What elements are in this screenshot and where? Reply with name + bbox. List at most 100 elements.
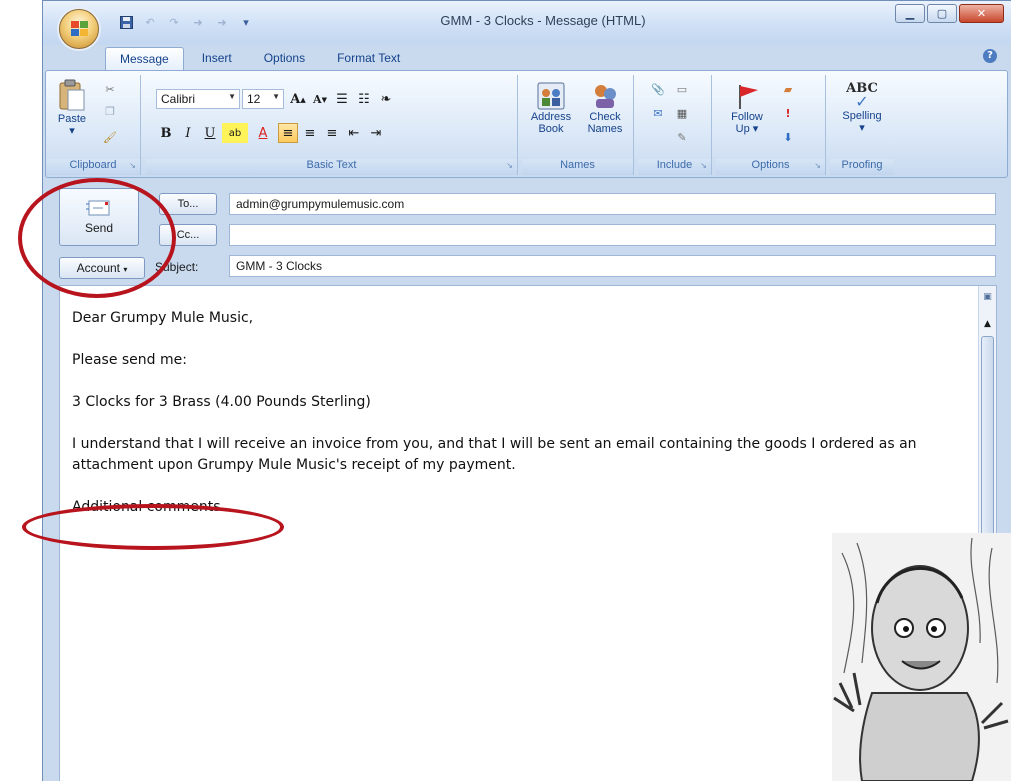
highlight-icon[interactable]: ab [222,123,248,143]
basic-text-group-label: Basic Text ↘ [146,159,517,175]
font-color-icon[interactable]: A [250,123,276,143]
attach-item-icon[interactable]: ✉ [650,105,666,121]
save-icon[interactable] [117,14,135,30]
grow-font-icon[interactable]: A ▲ [288,89,308,109]
scrollbar-thumb[interactable] [981,336,994,536]
window-title: GMM - 3 Clocks - Message (HTML) [440,13,646,28]
align-center-icon[interactable]: ≡ [300,123,320,143]
check-names-label-2: Names [587,123,623,135]
cc-field[interactable] [229,224,996,246]
include-group-label: Include ↘ [638,159,711,175]
body-line-3: I understand that I will receive an invo… [72,436,917,473]
up-icon[interactable]: ➜ [189,14,207,30]
spelling-dropdown-icon[interactable]: ▾ [859,122,865,134]
body-line-1: Please send me: [72,352,187,368]
paste-dropdown-icon[interactable]: ▾ [69,125,75,137]
redo-icon[interactable]: ↷ [165,14,183,30]
minimize-icon[interactable]: ▁ [895,4,925,23]
proofing-group-text: Proofing [841,159,883,171]
office-button[interactable] [59,9,99,49]
increase-indent-icon[interactable]: ⇥ [366,123,386,143]
tab-insert[interactable]: Insert [188,47,246,71]
address-book-label-1: Address [530,111,572,123]
check-names-button[interactable]: Check Names [580,81,630,135]
close-icon[interactable]: ✕ [959,4,1004,23]
check-names-icon [595,85,616,108]
chevron-down-icon: ▼ [272,92,280,101]
send-icon [86,200,110,216]
subject-field[interactable]: GMM - 3 Clocks [229,255,996,277]
title-bar: ↶ ↷ ➜ ➜ ▾ GMM - 3 Clocks - Message (HTML… [43,1,1011,49]
message-text[interactable]: Dear Grumpy Mule Music, Please send me: … [72,308,952,539]
paste-button[interactable]: Paste ▾ [54,79,90,137]
body-line-4: Additional comments... [72,499,234,515]
follow-up-label-2: Up ▾ [735,123,759,135]
down-icon[interactable]: ➜ [213,14,231,30]
align-left-icon[interactable]: ≡ [278,123,298,143]
to-button[interactable]: To... [159,193,217,215]
address-book-icon [537,82,565,110]
low-importance-icon[interactable]: ⬇ [780,129,796,145]
to-field[interactable]: admin@grumpymulemusic.com [229,193,996,215]
styles-icon[interactable]: ❧ [376,89,396,109]
send-button[interactable]: Send [59,188,139,246]
check-names-label-1: Check [589,111,621,123]
tab-format-text[interactable]: Format Text [323,47,414,71]
maximize-icon[interactable]: ▢ [927,4,957,23]
high-importance-icon[interactable]: ! [780,105,796,121]
undo-icon[interactable]: ↶ [141,14,159,30]
chevron-down-icon: ▼ [228,92,236,101]
tab-options[interactable]: Options [250,47,319,71]
underline-icon[interactable]: U [200,123,220,143]
proofing-group-label: Proofing [830,159,894,175]
customize-icon[interactable]: ▾ [237,14,255,30]
align-right-icon[interactable]: ≡ [322,123,342,143]
address-book-button[interactable]: Address Book [526,81,576,135]
italic-icon[interactable]: I [178,123,198,143]
format-painter-icon[interactable]: 🖌 [102,129,118,145]
include-launcher-icon[interactable]: ↘ [700,161,707,170]
options-launcher-icon[interactable]: ↘ [814,161,821,170]
attach-file-icon[interactable]: 📎 [650,81,666,97]
categorize-icon[interactable]: ▰ [780,81,796,97]
basic-text-launcher-icon[interactable]: ↘ [506,161,513,170]
names-group-text: Names [560,159,595,171]
decrease-indent-icon[interactable]: ⇤ [344,123,364,143]
subject-label: Subject: [155,260,199,274]
account-button[interactable]: Account ▾ [59,257,145,279]
scroll-up-icon[interactable]: ▲ [980,316,995,332]
follow-up-button[interactable]: Follow Up ▾ [722,81,772,135]
bullets-icon[interactable]: ☰ [332,89,352,109]
spelling-button[interactable]: ABC ✓ Spelling ▾ [834,81,890,134]
options-group-label: Options ↘ [716,159,825,175]
font-size-select[interactable]: 12 ▼ [242,89,284,109]
formatting-row: B I U ab A ≡ ≡ ≡ ⇤ ⇥ [156,123,386,143]
send-label: Send [84,221,114,235]
copy-icon[interactable]: ❐ [102,103,118,119]
help-icon[interactable]: ? [983,49,997,63]
options-group-text: Options [751,159,790,171]
font-name-select[interactable]: Calibri ▼ [156,89,240,109]
body-line-2: 3 Clocks for 3 Brass (4.00 Pounds Sterli… [72,394,371,410]
tab-message[interactable]: Message [105,47,184,71]
paste-label: Paste [57,113,87,125]
numbering-icon[interactable]: ☷ [354,89,374,109]
clipboard-launcher-icon[interactable]: ↘ [129,161,136,170]
chevron-down-icon: ▾ [123,265,128,274]
cc-button[interactable]: Cc... [159,224,217,246]
signature-icon[interactable]: ✎ [674,129,690,145]
cut-icon[interactable]: ✂ [102,81,118,97]
include-group: 📎 ▭ ✉ ▦ ✎ Include ↘ [638,75,712,175]
business-card-icon[interactable]: ▭ [674,81,690,97]
include-group-text: Include [656,159,693,171]
ruler-toggle-icon[interactable]: ▣ [980,288,995,306]
names-group-label: Names [522,159,633,175]
proofing-group: ABC ✓ Spelling ▾ Proofing [830,75,894,175]
calendar-icon[interactable]: ▦ [674,105,690,121]
spelling-label: Spelling [842,110,882,122]
clipboard-group-text: Clipboard [69,159,117,171]
bold-icon[interactable]: B [156,123,176,143]
shrink-font-icon[interactable]: A ▼ [310,89,330,109]
basic-text-group-text: Basic Text [306,159,357,171]
font-size-value: 12 [247,92,261,106]
